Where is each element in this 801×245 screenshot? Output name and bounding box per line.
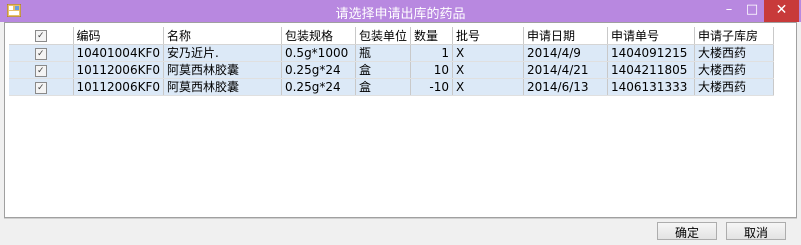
column-header-qty[interactable]: 数量: [410, 27, 453, 45]
table-row[interactable]: ✓ 10112006KF0 阿莫西林胶囊 0.25g*24 盒 10 X 201…: [9, 61, 774, 79]
cell-spec: 0.25g*24: [281, 78, 356, 96]
dialog-window: 请选择申请出库的药品 – □ ✕ ✓ 编码 名称 包装规格 包装单位 数量 批号…: [0, 0, 801, 245]
cell-name: 阿莫西林胶囊: [163, 61, 282, 79]
cell-code: 10112006KF0: [73, 78, 164, 96]
column-header-batch[interactable]: 批号: [452, 27, 524, 45]
column-header-store[interactable]: 申请子库房: [694, 27, 774, 45]
cell-order: 1404211805: [607, 61, 695, 79]
button-bar: 确定 取消: [4, 218, 797, 241]
cell-code: 10401004KF0: [73, 44, 164, 62]
select-all-checkbox[interactable]: ✓: [34, 30, 47, 42]
title-bar[interactable]: 请选择申请出库的药品 – □ ✕: [0, 0, 801, 22]
cell-qty: 1: [410, 44, 453, 62]
column-header-code[interactable]: 编码: [73, 27, 164, 45]
cell-date: 2014/6/13: [523, 78, 608, 96]
cell-name: 阿莫西林胶囊: [163, 78, 282, 96]
cell-spec: 0.5g*1000: [281, 44, 356, 62]
table-row[interactable]: ✓ 10401004KF0 安乃近片. 0.5g*1000 瓶 1 X 2014…: [9, 44, 774, 62]
medicine-table: ✓ 编码 名称 包装规格 包装单位 数量 批号 申请日期 申请单号 申请子库房 …: [9, 27, 774, 96]
medicine-grid[interactable]: ✓ 编码 名称 包装规格 包装单位 数量 批号 申请日期 申请单号 申请子库房 …: [4, 22, 797, 218]
cell-date: 2014/4/21: [523, 61, 608, 79]
ok-button[interactable]: 确定: [657, 222, 717, 240]
cell-order: 1404091215: [607, 44, 695, 62]
select-all-checkbox-cell[interactable]: ✓: [9, 27, 74, 45]
column-header-name[interactable]: 名称: [163, 27, 282, 45]
cell-batch: X: [452, 61, 524, 79]
column-header-spec[interactable]: 包装规格: [281, 27, 356, 45]
minimize-button[interactable]: –: [718, 0, 740, 22]
cell-store: 大楼西药: [694, 44, 774, 62]
cell-unit: 盒: [355, 61, 412, 79]
maximize-button[interactable]: □: [740, 0, 764, 22]
row-checkbox[interactable]: ✓: [34, 81, 47, 94]
cell-unit: 瓶: [355, 44, 412, 62]
row-checkbox[interactable]: ✓: [34, 64, 47, 77]
cell-qty: -10: [410, 78, 453, 96]
cell-name: 安乃近片.: [163, 44, 282, 62]
cell-spec: 0.25g*24: [281, 61, 356, 79]
row-select-cell[interactable]: ✓: [9, 61, 74, 79]
row-select-cell[interactable]: ✓: [9, 78, 74, 96]
table-row[interactable]: ✓ 10112006KF0 阿莫西林胶囊 0.25g*24 盒 -10 X 20…: [9, 78, 774, 96]
close-button[interactable]: ✕: [764, 0, 799, 22]
cell-batch: X: [452, 44, 524, 62]
window-title: 请选择申请出库的药品: [335, 7, 466, 22]
column-header-date[interactable]: 申请日期: [523, 27, 608, 45]
column-header-order[interactable]: 申请单号: [607, 27, 695, 45]
cell-batch: X: [452, 78, 524, 96]
cell-date: 2014/4/9: [523, 44, 608, 62]
cancel-button[interactable]: 取消: [726, 222, 786, 240]
cell-unit: 盒: [355, 78, 412, 96]
row-checkbox[interactable]: ✓: [34, 47, 47, 60]
table-header-row: ✓ 编码 名称 包装规格 包装单位 数量 批号 申请日期 申请单号 申请子库房: [9, 27, 774, 45]
cell-store: 大楼西药: [694, 78, 774, 96]
row-select-cell[interactable]: ✓: [9, 44, 74, 62]
cell-code: 10112006KF0: [73, 61, 164, 79]
cell-order: 1406131333: [607, 78, 695, 96]
cell-store: 大楼西药: [694, 61, 774, 79]
cell-qty: 10: [410, 61, 453, 79]
column-header-unit[interactable]: 包装单位: [355, 27, 412, 45]
